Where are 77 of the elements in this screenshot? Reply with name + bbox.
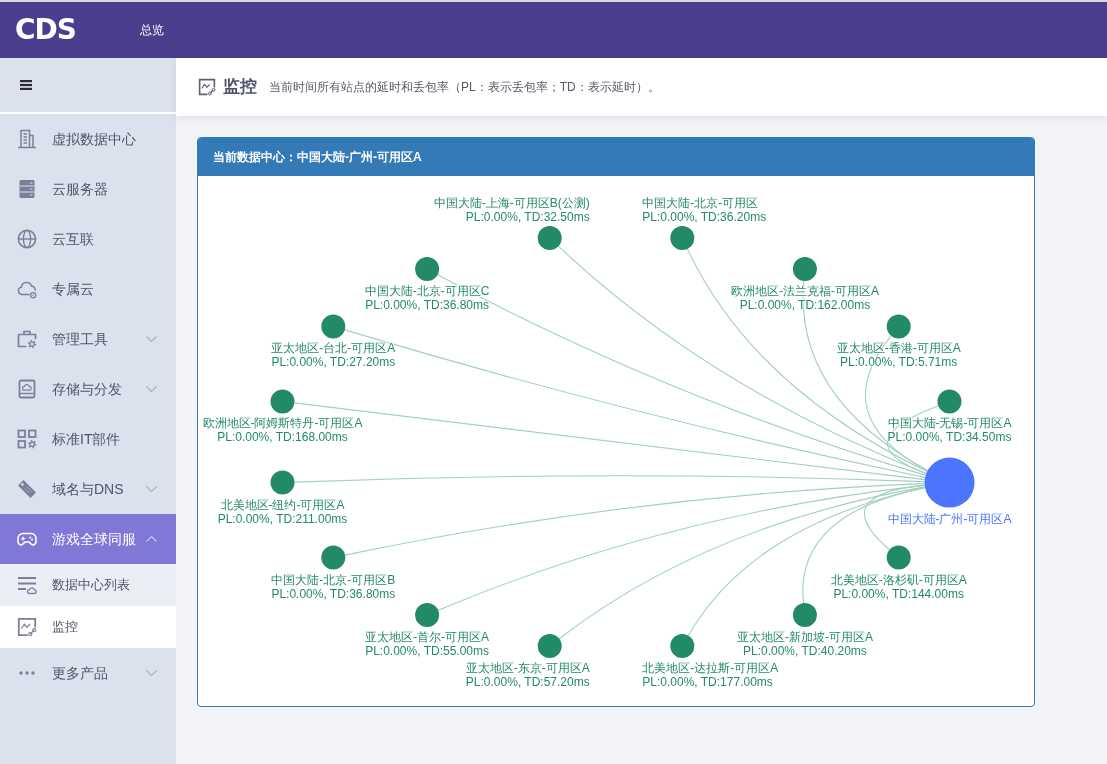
site-node xyxy=(270,389,295,414)
site-name-label: 亚太地区-首尔-可用区A xyxy=(365,629,490,644)
storage-cloud-icon xyxy=(17,379,37,399)
sidebar-item[interactable]: 存储与分发 xyxy=(0,364,176,414)
sidebar-item[interactable]: 云互联 xyxy=(0,214,176,264)
site-stats-label: PL:0.00%, TD:36.80ms xyxy=(271,586,396,601)
sidebar-item[interactable]: 管理工具 xyxy=(0,314,176,364)
site-stats-label: PL:0.00%, TD:177.00ms xyxy=(642,675,773,689)
brand-logo[interactable]: CDS xyxy=(15,16,76,44)
monitor-chart-icon xyxy=(198,78,216,96)
site-stats-label: PL:0.00%, TD:32.50ms xyxy=(465,210,590,224)
site-name-label: 亚太地区-香港-可用区A xyxy=(836,341,961,356)
site-node xyxy=(537,226,562,250)
submenu-item[interactable]: 数据中心列表 xyxy=(0,564,176,606)
current-site-node xyxy=(924,457,975,508)
site-stats-label: PL:0.00%, TD:36.20ms xyxy=(642,210,767,224)
site-name-label: 北美地区-达拉斯-可用区A xyxy=(642,661,779,675)
cloud-icon xyxy=(17,279,37,299)
globe-icon xyxy=(17,229,37,249)
site-node xyxy=(321,314,346,339)
sidebar-item[interactable]: 域名与DNS xyxy=(0,464,176,514)
site-stats-label: PL:0.00%, TD:144.00ms xyxy=(833,586,964,601)
building-icon xyxy=(17,129,37,149)
site-node xyxy=(537,634,562,658)
site-stats-label: PL:0.00%, TD:168.00ms xyxy=(217,430,348,445)
site-node xyxy=(886,314,911,339)
site-name-label: 北美地区-洛杉矶-可用区A xyxy=(830,572,967,587)
site-stats-label: PL:0.00%, TD:34.50ms xyxy=(887,430,1012,445)
list-cloud-icon xyxy=(17,575,37,595)
site-name-label: 中国大陆-上海-可用区B(公测) xyxy=(433,196,590,210)
site-stats-label: PL:0.00%, TD:36.80ms xyxy=(365,298,489,313)
site-name-label: 欧洲地区-法兰克福-可用区A xyxy=(730,284,879,299)
site-node xyxy=(270,470,295,495)
site-stats-label: PL:0.00%, TD:211.00ms xyxy=(217,511,348,526)
site-node xyxy=(792,257,817,282)
page-description: 当前时间所有站点的延时和丢包率（PL：表示丢包率；TD：表示延时）。 xyxy=(269,79,660,96)
site-stats-label: PL:0.00%, TD:162.00ms xyxy=(739,298,871,313)
sidebar-item[interactable]: 专属云 xyxy=(0,264,176,314)
current-site-label: 中国大陆-广州-可用区A xyxy=(887,511,1012,526)
sidebar-item[interactable]: 更多产品 xyxy=(0,648,176,698)
site-node xyxy=(937,389,962,414)
site-stats-label: PL:0.00%, TD:57.20ms xyxy=(465,675,590,689)
page-title: 监控 xyxy=(223,76,257,99)
sidebar-item[interactable]: 标准IT部件 xyxy=(0,414,176,464)
server-icon xyxy=(17,179,37,199)
site-node xyxy=(415,602,440,627)
submenu-item[interactable]: 监控 xyxy=(0,606,176,648)
site-name-label: 欧洲地区-阿姆斯特丹-可用区A xyxy=(202,416,363,431)
sidebar-item[interactable]: 云服务器 xyxy=(0,164,176,214)
site-name-label: 中国大陆-北京-可用区C xyxy=(364,284,490,299)
briefcase-gear-icon xyxy=(17,329,37,349)
monitor-chart-icon xyxy=(17,617,37,637)
site-name-label: 北美地区-纽约-可用区A xyxy=(220,497,345,512)
site-node xyxy=(670,634,695,658)
site-node xyxy=(886,545,911,570)
site-node xyxy=(321,545,346,570)
site-stats-label: PL:0.00%, TD:40.20ms xyxy=(743,643,867,658)
sidebar-item[interactable]: 虚拟数据中心 xyxy=(0,114,176,164)
site-name-label: 中国大陆-无锡-可用区A xyxy=(887,416,1012,431)
site-name-label: 亚太地区-东京-可用区A xyxy=(465,661,590,675)
menu-icon[interactable] xyxy=(20,80,32,90)
site-node xyxy=(670,226,695,250)
sidebar-item[interactable]: 游戏全球同服 xyxy=(0,514,176,564)
site-node xyxy=(792,602,817,627)
site-stats-label: PL:0.00%, TD:5.71ms xyxy=(840,355,958,370)
site-node xyxy=(415,257,440,282)
panel-header: 当前数据中心：中国大陆-广州-可用区A xyxy=(198,138,1034,176)
more-dots-icon xyxy=(19,671,35,675)
site-name-label: 中国大陆-北京-可用区 xyxy=(642,196,759,210)
site-stats-label: PL:0.00%, TD:55.00ms xyxy=(365,643,489,658)
nav-link[interactable]: 总览 xyxy=(139,21,164,39)
grid-gear-icon xyxy=(17,429,37,449)
site-name-label: 中国大陆-北京-可用区B xyxy=(271,572,396,587)
tag-icon xyxy=(17,479,37,499)
site-name-label: 亚太地区-新加坡-可用区A xyxy=(736,629,873,644)
site-name-label: 亚太地区-台北-可用区A xyxy=(271,341,396,356)
site-stats-label: PL:0.00%, TD:27.20ms xyxy=(271,355,396,370)
